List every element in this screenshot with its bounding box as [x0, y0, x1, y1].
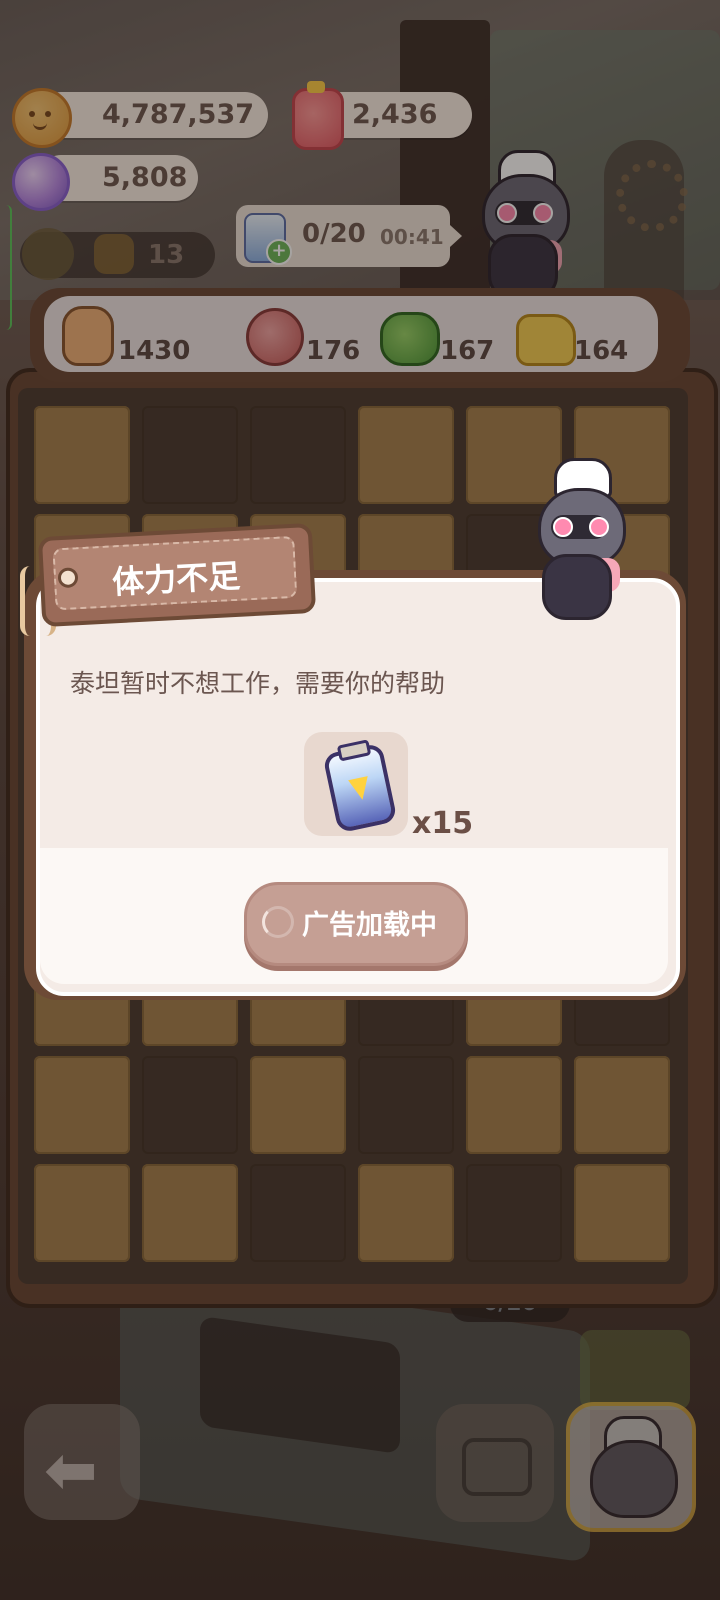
reward-quantity: x15 — [412, 806, 474, 841]
dialog-message: 泰坦暂时不想工作，需要你的帮助 — [70, 669, 446, 698]
loading-spinner-icon — [262, 906, 294, 938]
dialog-title-tag: 体力不足 — [37, 522, 317, 628]
watch-ad-label: 广告加载中 — [302, 910, 437, 941]
raccoon-chef-dialog — [514, 458, 644, 620]
dialog-title: 体力不足 — [111, 556, 242, 602]
